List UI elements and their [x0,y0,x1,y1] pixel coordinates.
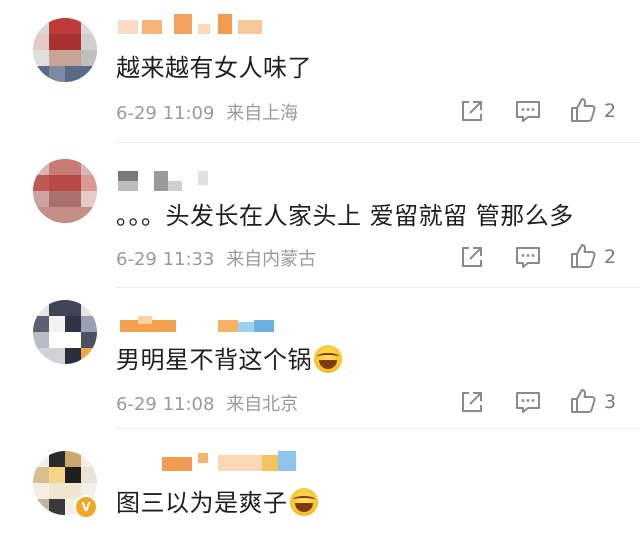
share-icon[interactable] [457,387,487,417]
comment-text: 越来越有女人味了 [116,54,312,82]
username-pixelated[interactable] [118,312,278,332]
comment-time: 6-29 11:08 [116,394,215,415]
comment-item: 越来越有女人味了 6-29 11:09 来自上海 2 [0,0,640,143]
comment-text: 。。。头发长在人家头上 爱留就留 管那么多 [116,202,574,230]
share-icon[interactable] [457,96,487,126]
username-pixelated[interactable] [118,14,278,34]
comment-location: 来自上海 [226,103,299,124]
comment-text: 图三以为是爽子 [116,483,318,518]
verified-badge-icon: V [74,495,98,519]
avatar[interactable] [33,300,97,364]
laughing-crying-emoji-icon [289,488,318,516]
comment-icon[interactable] [513,242,543,272]
comment-location: 来自内蒙古 [226,249,317,270]
username-pixelated[interactable] [118,171,278,191]
username-pixelated[interactable] [118,451,296,471]
comment-item: 男明星不背这个锅 6-29 11:08 来自北京 3 [0,288,640,429]
comment-text-body: 图三以为是爽子 [116,489,288,517]
comment-time: 6-29 11:09 [116,103,215,124]
comment-icon[interactable] [513,387,543,417]
comment-feed: 越来越有女人味了 6-29 11:09 来自上海 2 。。。头发长在人家头上 爱… [0,0,640,543]
comment-text: 男明星不背这个锅 [116,340,342,375]
like-count: 2 [604,246,617,268]
like-count: 3 [604,391,617,413]
comment-location: 来自北京 [226,394,299,415]
comment-meta: 6-29 11:33 来自内蒙古 [116,245,316,271]
thumbs-up-icon[interactable] [568,241,598,271]
thumbs-up-icon[interactable] [568,95,598,125]
comment-text-body: 男明星不背这个锅 [116,346,312,374]
laughing-crying-emoji-icon [314,345,342,373]
comment-meta: 6-29 11:08 来自北京 [116,390,298,416]
comment-time: 6-29 11:33 [116,249,215,270]
comment-meta: 6-29 11:09 来自上海 [116,99,298,125]
avatar[interactable] [33,18,97,82]
comment-icon[interactable] [513,96,543,126]
thumbs-up-icon[interactable] [568,386,598,416]
avatar[interactable] [33,159,97,223]
comment-item: 。。。头发长在人家头上 爱留就留 管那么多 6-29 11:33 来自内蒙古 2 [0,143,640,288]
share-icon[interactable] [457,242,487,272]
like-count: 2 [604,100,617,122]
comment-item: V 图三以为是爽子 [0,429,640,543]
